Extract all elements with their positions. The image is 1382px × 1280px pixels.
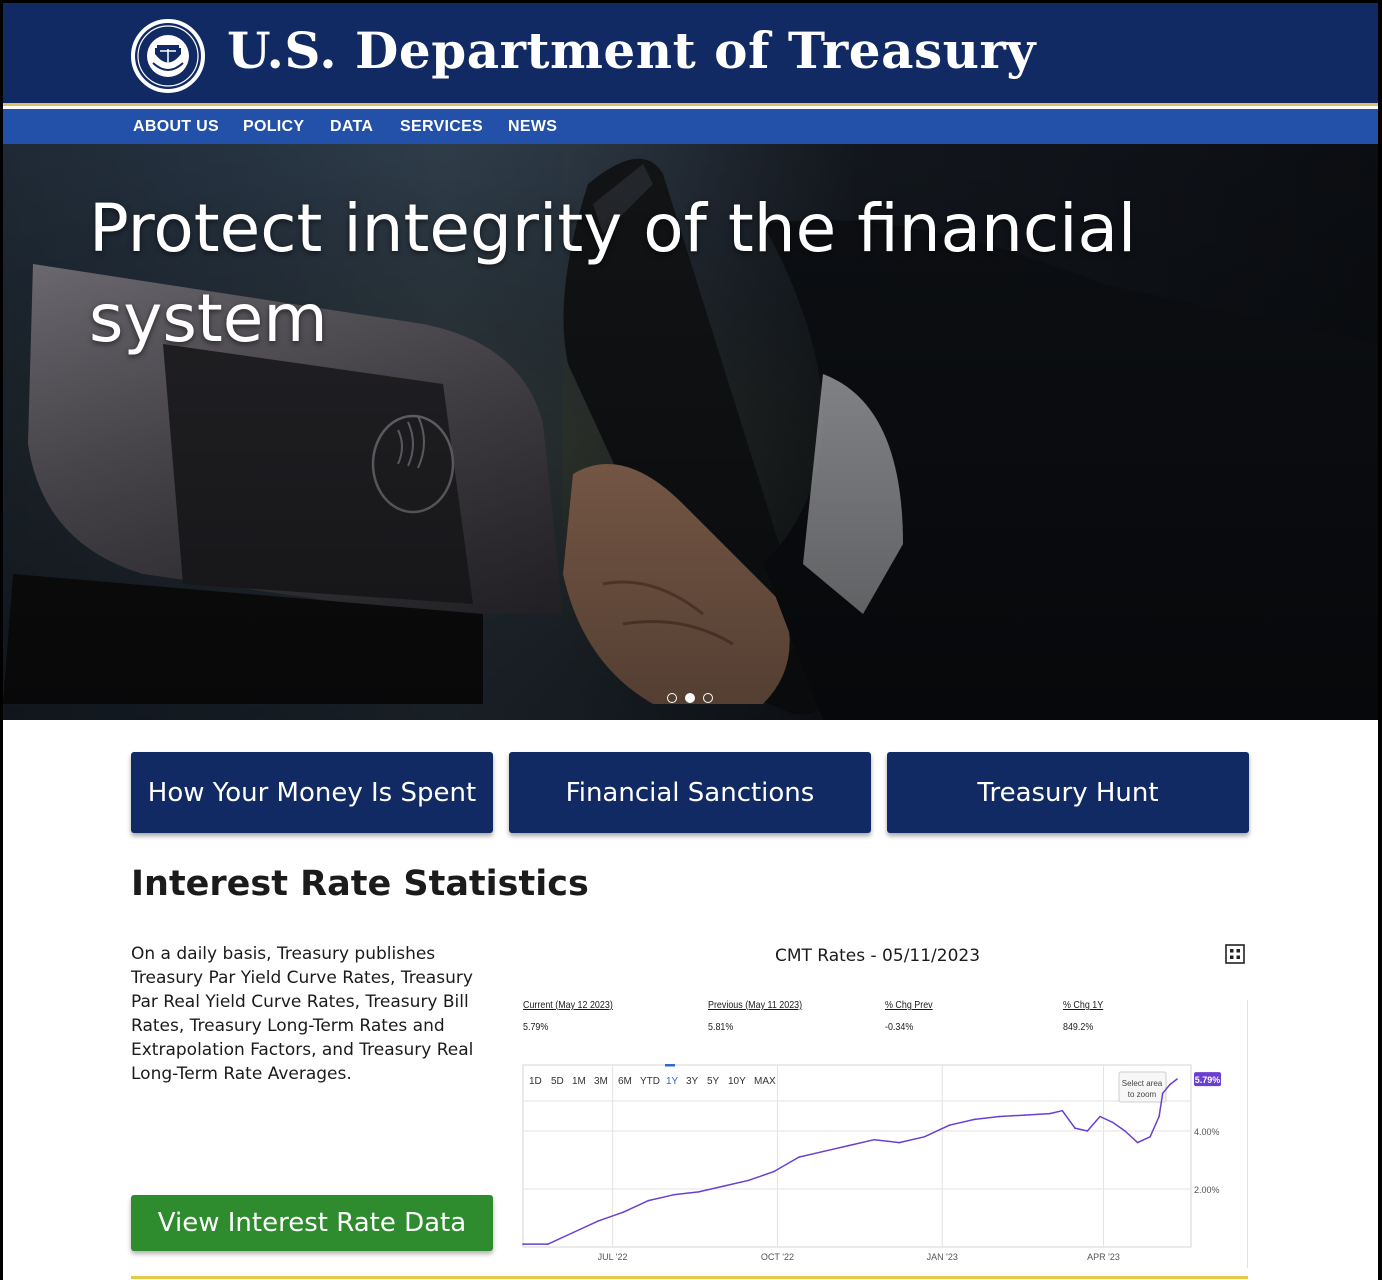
- data-point: [522, 1243, 524, 1245]
- hero-title: Protect integrity of the financial syste…: [89, 190, 1137, 357]
- range-button-max[interactable]: MAX: [754, 1076, 776, 1087]
- range-button-5y[interactable]: 5Y: [707, 1076, 720, 1087]
- data-point: [1136, 1141, 1139, 1144]
- data-point: [647, 1199, 650, 1202]
- range-button-ytd[interactable]: YTD: [640, 1076, 660, 1087]
- section-divider: [131, 1276, 1248, 1279]
- data-point: [773, 1170, 775, 1173]
- data-point: [1023, 1114, 1026, 1116]
- nav-item-services[interactable]: SERVICES: [400, 118, 483, 136]
- data-point: [998, 1115, 1001, 1118]
- plot-area: [522, 1064, 1192, 1248]
- data-point: [572, 1231, 574, 1234]
- data-point: [1149, 1136, 1151, 1138]
- grid-menu-icon[interactable]: [1225, 944, 1245, 964]
- data-point: [747, 1179, 750, 1182]
- data-point: [1061, 1109, 1064, 1112]
- data-point: [923, 1136, 926, 1138]
- data-point: [1169, 1083, 1171, 1086]
- data-point: [622, 1211, 625, 1213]
- data-point: [1111, 1121, 1114, 1124]
- chart-title: CMT Rates - 05/11/2023: [774, 946, 981, 966]
- carousel-dot-1[interactable]: [667, 693, 677, 703]
- hero-carousel[interactable]: Protect integrity of the financial syste…: [3, 144, 1378, 720]
- cmt-chart-svg[interactable]: 2.00% 4.00% JUL '22 OCT '22 JAN '23 APR '23 1D…: [522, 1000, 1248, 1268]
- data-point: [1074, 1127, 1076, 1129]
- carousel-dot-3[interactable]: [703, 693, 713, 703]
- data-point: [672, 1194, 675, 1196]
- view-interest-rate-data-button[interactable]: View Interest Rate Data: [131, 1195, 493, 1251]
- data-point: [1048, 1112, 1051, 1115]
- nav-item-data[interactable]: DATA: [330, 118, 373, 136]
- data-point: [597, 1220, 600, 1222]
- carousel-indicators: [667, 693, 713, 703]
- range-button-3y[interactable]: 3Y: [686, 1076, 699, 1087]
- treasury-hunt-button[interactable]: Treasury Hunt: [887, 752, 1249, 833]
- data-point: [898, 1141, 901, 1144]
- data-point: [848, 1144, 850, 1147]
- main-nav: ABOUT US POLICY DATA SERVICES NEWS: [3, 109, 1378, 144]
- x-tick-label: JAN '23: [927, 1252, 958, 1262]
- data-point: [1158, 1115, 1160, 1118]
- data-point: [1086, 1130, 1089, 1132]
- data-point: [823, 1150, 825, 1153]
- nav-item-policy[interactable]: POLICY: [243, 118, 304, 136]
- x-tick-label: JUL '22: [598, 1252, 628, 1262]
- y-tick-label: 4.00%: [1194, 1127, 1220, 1137]
- section-title: Interest Rate Statistics: [131, 864, 589, 904]
- x-tick-label: OCT '22: [761, 1252, 794, 1262]
- y-tick-label: 2.00%: [1194, 1185, 1220, 1195]
- data-point: [948, 1124, 951, 1126]
- range-button-3m[interactable]: 3M: [594, 1076, 608, 1087]
- zoom-hint-line2: to zoom: [1128, 1090, 1157, 1099]
- range-button-6m[interactable]: 6M: [618, 1076, 632, 1087]
- range-button-1y[interactable]: 1Y: [666, 1076, 679, 1087]
- data-point: [973, 1118, 976, 1121]
- data-point: [722, 1185, 725, 1187]
- data-point: [1124, 1130, 1126, 1132]
- zoom-hint-line1: Select area: [1122, 1079, 1163, 1088]
- range-button-5d[interactable]: 5D: [551, 1076, 564, 1087]
- treasury-seal-icon[interactable]: [131, 19, 205, 93]
- data-point: [873, 1138, 875, 1141]
- range-button-10y[interactable]: 10Y: [728, 1076, 746, 1087]
- range-button-1d[interactable]: 1D: [529, 1076, 542, 1087]
- x-tick-label: APR '23: [1087, 1252, 1120, 1262]
- range-active-indicator: [665, 1064, 675, 1067]
- section-description: On a daily basis, Treasury publishes Tre…: [131, 944, 474, 1084]
- cmt-chart[interactable]: 2.00% 4.00% JUL '22 OCT '22 JAN '23 APR '23 1D…: [522, 1000, 1248, 1268]
- site-title[interactable]: U.S. Department of Treasury: [227, 21, 1036, 80]
- range-button-1m[interactable]: 1M: [572, 1076, 586, 1087]
- nav-item-about-us[interactable]: ABOUT US: [133, 118, 219, 136]
- data-point: [1161, 1092, 1164, 1095]
- how-your-money-is-spent-button[interactable]: How Your Money Is Spent: [131, 752, 493, 833]
- site-header: U.S. Department of Treasury: [3, 3, 1378, 106]
- data-point: [697, 1191, 700, 1193]
- data-point: [1176, 1078, 1178, 1080]
- carousel-dot-2[interactable]: [685, 693, 695, 703]
- current-value-badge-label: 5.79%: [1195, 1075, 1221, 1085]
- data-point: [1099, 1115, 1101, 1118]
- financial-sanctions-button[interactable]: Financial Sanctions: [509, 752, 871, 833]
- data-point: [547, 1243, 549, 1245]
- data-point: [798, 1156, 800, 1158]
- nav-item-news[interactable]: NEWS: [508, 118, 557, 136]
